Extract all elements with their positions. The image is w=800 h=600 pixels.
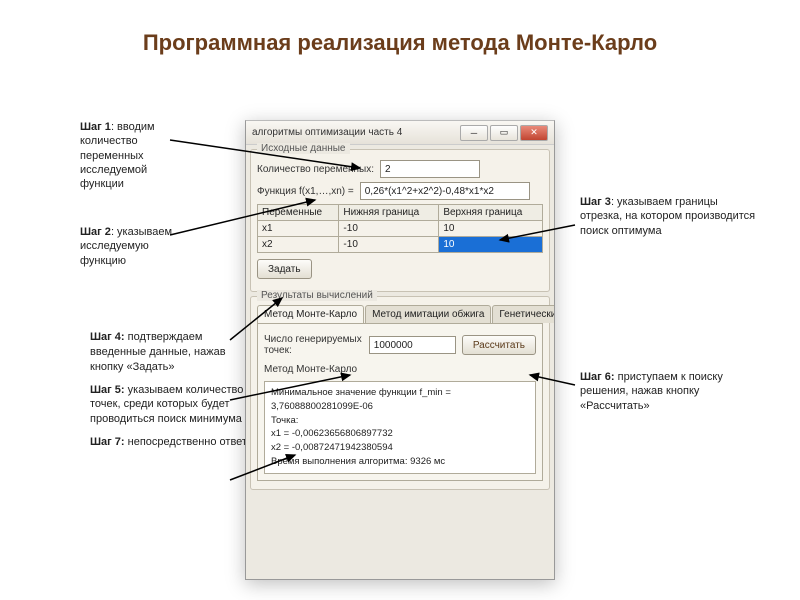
annot-step6: Шаг 6: приступаем к поиску решения, нажа… — [580, 370, 740, 413]
col-high: Верхняя граница — [439, 205, 543, 221]
annot-step1: Шаг 1: вводим количество переменных иссл… — [80, 120, 190, 191]
label-func: Функция f(x1,…,xn) = — [257, 186, 354, 197]
input-points[interactable]: 1000000 — [369, 336, 456, 354]
annot-step2: Шаг 2: указываем исследуемую функцию — [80, 225, 190, 268]
tab-genetic[interactable]: Генетический алгоритм — [492, 305, 555, 323]
col-low: Нижняя граница — [339, 205, 439, 221]
calc-button[interactable]: Рассчитать — [462, 335, 536, 355]
table-row: x1 -10 10 — [258, 221, 543, 237]
window-titlebar: алгоритмы оптимизации часть 4 ─ ▭ ✕ — [246, 121, 554, 145]
tab-panel: Число генерируемых точек: 1000000 Рассчи… — [257, 323, 543, 481]
window-close-button[interactable]: ✕ — [520, 125, 548, 141]
label-vars: Количество переменных: — [257, 164, 374, 175]
window-title: алгоритмы оптимизации часть 4 — [252, 127, 402, 138]
group-title-results: Результаты вычислений — [257, 290, 377, 301]
group-title-input: Исходные данные — [257, 143, 350, 154]
col-var: Переменные — [258, 205, 339, 221]
input-vars-count[interactable]: 2 — [380, 160, 480, 178]
label-points: Число генерируемых точек: — [264, 334, 363, 356]
annot-step3: Шаг 3: указываем границы отрезка, на кот… — [580, 195, 760, 238]
method-label: Метод Монте-Карло — [264, 364, 536, 375]
set-button[interactable]: Задать — [257, 259, 312, 279]
result-output: Минимальное значение функции f_min = 3,7… — [264, 381, 536, 474]
bounds-table[interactable]: Переменные Нижняя граница Верхняя границ… — [257, 204, 543, 253]
tab-annealing[interactable]: Метод имитации обжига — [365, 305, 491, 323]
input-function[interactable]: 0,26*(x1^2+x2^2)-0,48*x1*x2 — [360, 182, 530, 200]
slide-title: Программная реализация метода Монте-Карл… — [0, 0, 800, 66]
window-max-button[interactable]: ▭ — [490, 125, 518, 141]
group-input-data: Исходные данные Количество переменных: 2… — [250, 149, 550, 292]
steps-column: Шаг 4: подтверждаем введенные данные, на… — [90, 330, 250, 458]
tab-monte-carlo[interactable]: Метод Монте-Карло — [257, 305, 364, 323]
table-row: x2 -10 10 — [258, 237, 543, 253]
group-results: Результаты вычислений Метод Монте-Карло … — [250, 296, 550, 490]
app-window: алгоритмы оптимизации часть 4 ─ ▭ ✕ Исхо… — [245, 120, 555, 580]
window-min-button[interactable]: ─ — [460, 125, 488, 141]
